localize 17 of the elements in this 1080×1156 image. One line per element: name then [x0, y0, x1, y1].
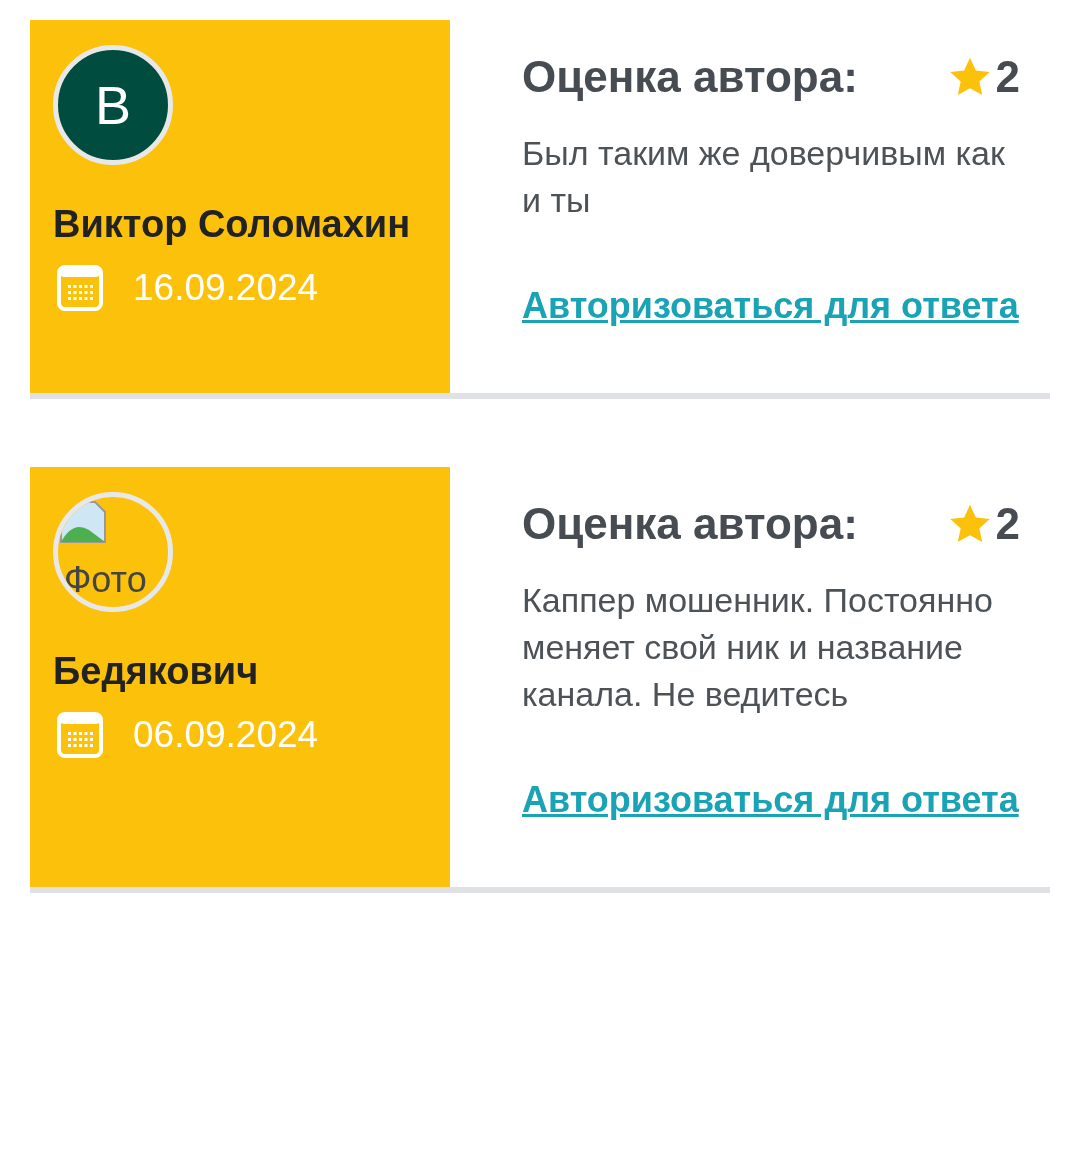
review-text: Был таким же доверчивым как и ты — [522, 133, 1006, 221]
image-alt-text: Фото — [64, 559, 147, 601]
review-text: Каппер мошенник. Постоянно меняет свой ник и название канала. Не ведитесь — [522, 580, 994, 715]
review-date: 06.09.2024 — [133, 714, 319, 756]
login-to-reply-link[interactable]: Авторизоваться для ответа — [522, 762, 1020, 837]
broken-image-icon — [59, 500, 109, 545]
rating-value: 2 — [995, 499, 1020, 549]
avatar: В — [53, 45, 173, 165]
calendar-icon — [57, 712, 103, 758]
calendar-icon — [57, 265, 103, 311]
rating-label: Оценка автора: — [522, 52, 858, 102]
review-date: 16.09.2024 — [133, 267, 319, 309]
author-name: Бедякович — [53, 649, 260, 694]
rating-label: Оценка автора: — [522, 499, 858, 549]
author-name: Виктор Соломахин — [53, 202, 412, 247]
rating-value: 2 — [995, 52, 1020, 102]
login-to-reply-link[interactable]: Авторизоваться для ответа — [522, 268, 1020, 343]
